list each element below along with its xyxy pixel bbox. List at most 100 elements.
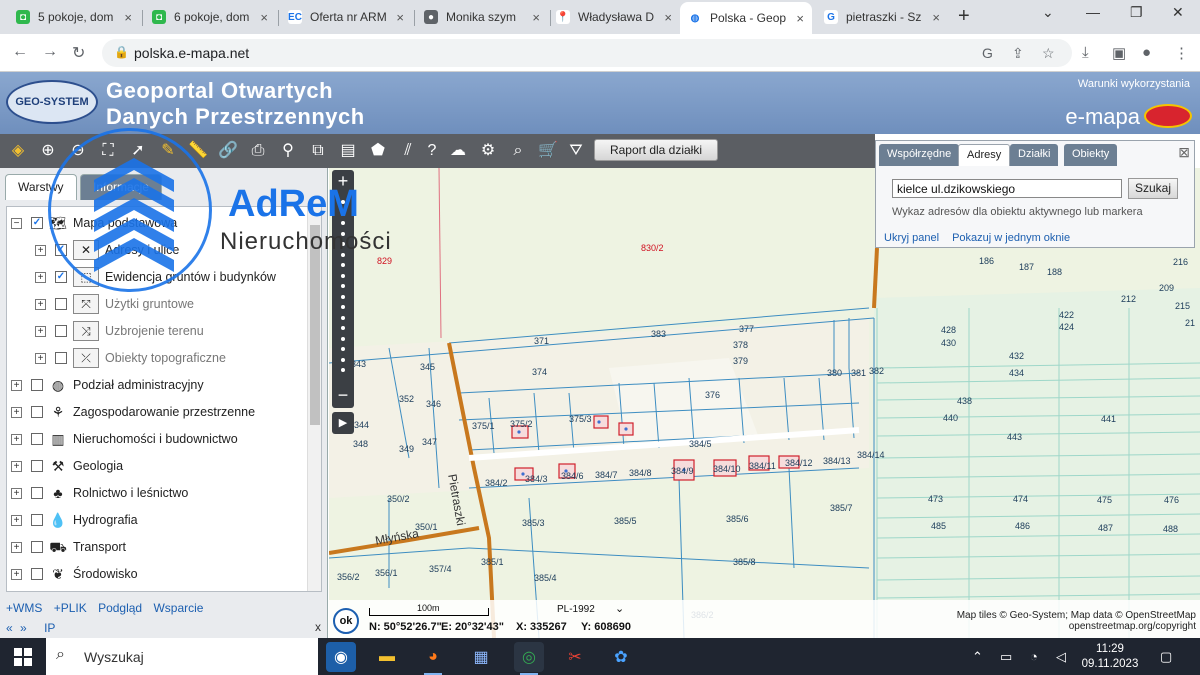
crs-dropdown-chevron-icon[interactable]: ⌄: [615, 602, 624, 615]
layer-label[interactable]: Obiekty topograficzne: [105, 351, 226, 365]
firefox-icon[interactable]: ◕: [418, 642, 448, 675]
geo-system-logo[interactable]: GEO-SYSTEM: [6, 80, 98, 124]
parcel-number-label[interactable]: 385/3: [522, 518, 545, 528]
parcel-number-label[interactable]: 344: [354, 420, 369, 430]
address-search-input[interactable]: [892, 179, 1122, 198]
tab-coordinates[interactable]: Współrzędne: [879, 144, 960, 166]
cart-icon[interactable]: 🛒: [536, 139, 560, 163]
tab-close-icon[interactable]: ×: [260, 10, 268, 25]
parcel-number-label[interactable]: 385/4: [534, 573, 557, 583]
parcel-number-label[interactable]: 486: [1015, 521, 1030, 531]
parcel-number-label[interactable]: 21: [1185, 318, 1195, 328]
tab-close-icon[interactable]: ×: [796, 11, 804, 26]
parcel-number-label[interactable]: 385/6: [726, 514, 749, 524]
parcel-number-label[interactable]: 384/11: [749, 461, 776, 471]
browser-tab[interactable]: ◘ 5 pokoje, dom ×: [8, 4, 140, 30]
layer-checkbox[interactable]: [31, 460, 43, 472]
zoom-level-dot[interactable]: [341, 305, 345, 309]
layer-label[interactable]: Uzbrojenie terenu: [105, 324, 204, 338]
parcel-number-label[interactable]: 385/7: [830, 503, 853, 513]
parcel-number-label[interactable]: 474: [1013, 494, 1028, 504]
menu-kebab-icon[interactable]: ⋮: [1174, 44, 1189, 62]
layer-label[interactable]: Hydrografia: [73, 513, 138, 527]
reload-icon[interactable]: ↻: [72, 43, 85, 63]
parcel-number-label[interactable]: 350/2: [387, 494, 410, 504]
parcel-number-label[interactable]: 384/14: [857, 450, 885, 460]
layer-checkbox[interactable]: [31, 487, 43, 499]
url-text[interactable]: polska.e-mapa.net: [134, 45, 249, 61]
terms-link[interactable]: Warunki wykorzystania: [1078, 78, 1190, 90]
single-window-link[interactable]: Pokazuj w jednym oknie: [952, 232, 1070, 244]
parcel-number-label[interactable]: 349: [399, 444, 414, 454]
cloud-download-icon[interactable]: ☁: [446, 139, 470, 163]
parcel-number-label[interactable]: 384/13: [823, 456, 851, 466]
attribution-line2[interactable]: openstreetmap.org/copyright: [957, 621, 1196, 632]
parcel-number-label[interactable]: 384/7: [595, 470, 618, 480]
parcel-number-label[interactable]: 216: [1173, 257, 1188, 267]
expand-icon[interactable]: +: [11, 487, 22, 499]
expand-panel-arrow-icon[interactable]: ▶: [332, 412, 354, 434]
parcel-number-label[interactable]: 384/5: [689, 439, 712, 449]
parcel-number-label[interactable]: 352: [399, 394, 414, 404]
parcel-number-label[interactable]: 434: [1009, 368, 1024, 378]
search-map-icon[interactable]: ⌕: [506, 139, 530, 163]
layer-row[interactable]: + ⤧ Użytki gruntowe: [35, 292, 194, 316]
lock-icon[interactable]: 🔒: [114, 45, 129, 59]
tab-objects[interactable]: Obiekty: [1064, 144, 1118, 166]
parcel-number-label[interactable]: 441: [1101, 414, 1116, 424]
parcel-number-label[interactable]: 212: [1121, 294, 1136, 304]
parcel-number-label[interactable]: 186: [979, 256, 994, 266]
expand-right-link[interactable]: »: [20, 621, 27, 635]
layer-checkbox[interactable]: [55, 298, 67, 310]
collapse-icon[interactable]: −: [11, 217, 22, 229]
expand-icon[interactable]: +: [35, 352, 46, 364]
parcel-number-label[interactable]: 473: [928, 494, 943, 504]
parcel-number-label[interactable]: 377: [739, 324, 754, 334]
windows-start-icon[interactable]: [14, 648, 32, 666]
parcel-number-label[interactable]: 374: [532, 367, 547, 377]
road-icon[interactable]: ⛛: [564, 139, 588, 163]
layer-checkbox[interactable]: [31, 406, 43, 418]
side-panel-icon[interactable]: ▣: [1112, 44, 1126, 62]
parcel-number-label[interactable]: 432: [1009, 351, 1024, 361]
zoom-minus-button[interactable]: −: [332, 384, 354, 406]
ok-button[interactable]: ok: [333, 608, 359, 634]
google-icon[interactable]: G: [982, 45, 993, 61]
parcel-number-label[interactable]: 476: [1164, 495, 1179, 505]
expand-icon[interactable]: +: [11, 514, 22, 526]
ip-link[interactable]: IP: [44, 621, 55, 635]
browser-tab[interactable]: Gpietraszki - Sz ×: [816, 4, 948, 30]
browser-tab[interactable]: ● Monika szym ×: [416, 4, 548, 30]
layer-row[interactable]: + ⛟ Transport: [11, 535, 126, 559]
parcel-number-label[interactable]: 422: [1059, 310, 1074, 320]
layer-row[interactable]: + ⤫ Obiekty topograficzne: [35, 346, 226, 370]
support-link[interactable]: Wsparcie: [153, 601, 203, 615]
parcel-number-label[interactable]: 378: [733, 340, 748, 350]
tab-close-icon[interactable]: ×: [124, 10, 132, 25]
expand-icon[interactable]: +: [35, 298, 46, 310]
zoom-level-dot[interactable]: [341, 294, 345, 299]
expand-icon[interactable]: +: [35, 244, 46, 256]
expand-icon[interactable]: +: [11, 406, 22, 418]
parcel-number-label[interactable]: 375/3: [569, 414, 592, 424]
help-icon[interactable]: ?: [420, 139, 444, 163]
add-file-link[interactable]: +PLIK: [54, 601, 87, 615]
back-icon[interactable]: ←: [12, 43, 28, 61]
parcel-number-label[interactable]: 347: [422, 437, 437, 447]
notification-icon[interactable]: ▢: [1160, 649, 1172, 665]
battery-icon[interactable]: ▭: [1000, 649, 1012, 665]
layer-checkbox[interactable]: ✓: [31, 217, 43, 229]
parcel-number-label[interactable]: 487: [1098, 523, 1113, 533]
browser-tab[interactable]: EC Oferta nr ARM ×: [280, 4, 412, 30]
parcel-number-label[interactable]: 384/3: [525, 474, 548, 484]
parcel-number-label[interactable]: 187: [1019, 262, 1034, 272]
share-icon[interactable]: ⇪: [1012, 45, 1024, 62]
snipping-tool-icon[interactable]: ✂: [560, 642, 590, 672]
parcel-number-label[interactable]: 379: [733, 356, 748, 366]
zoom-level-dot[interactable]: [341, 336, 345, 341]
parcel-number-label[interactable]: 380: [827, 368, 842, 378]
parcel-number-label[interactable]: 424: [1059, 322, 1074, 332]
parcel-number-label[interactable]: 385/5: [614, 516, 637, 526]
forward-icon[interactable]: →: [42, 43, 58, 61]
panel-close-button[interactable]: x: [315, 620, 321, 634]
